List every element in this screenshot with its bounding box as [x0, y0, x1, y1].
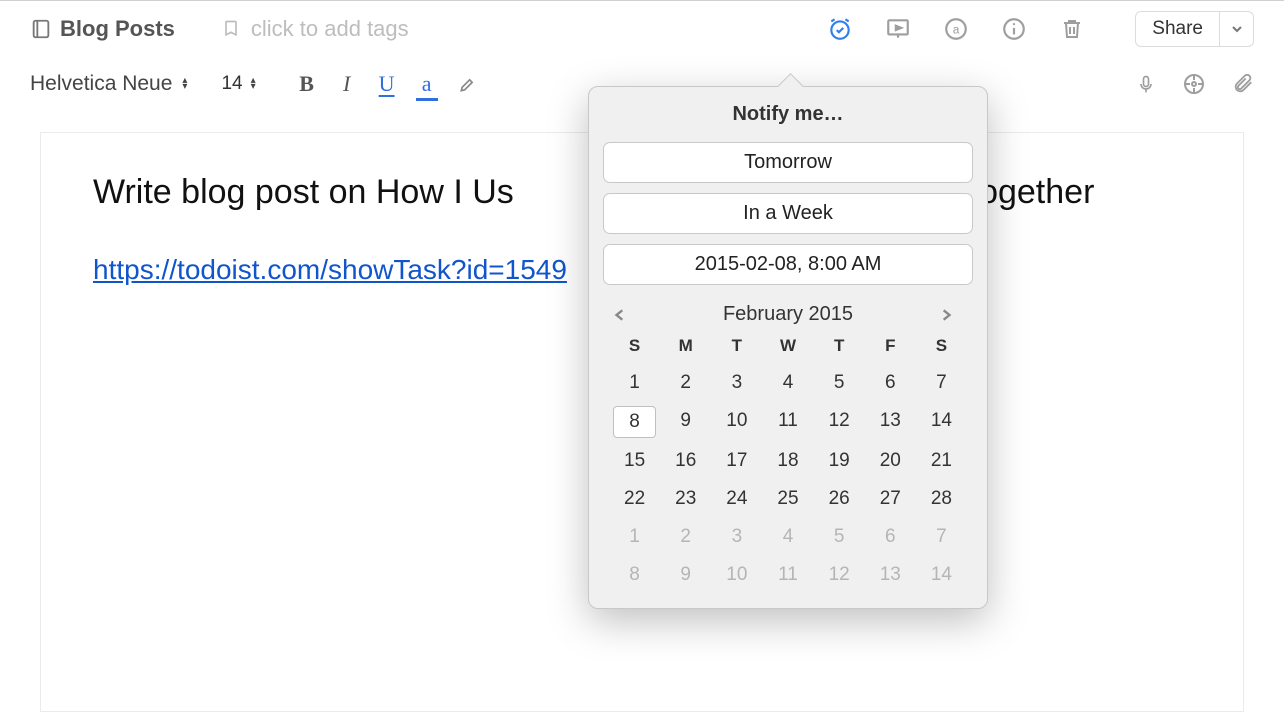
stepper-icon: ▴▾ [182, 78, 187, 90]
tags-placeholder: click to add tags [251, 16, 409, 42]
calendar-day[interactable]: 8 [613, 406, 656, 438]
notebook-selector[interactable]: Blog Posts [30, 16, 175, 42]
calendar-day[interactable]: 7 [920, 522, 963, 552]
calendar-day[interactable]: 15 [613, 446, 656, 476]
calendar-day[interactable]: 4 [766, 368, 809, 398]
calendar-dow: T [711, 336, 762, 360]
presentation-icon[interactable] [885, 16, 911, 42]
calendar-day[interactable]: 14 [920, 560, 963, 590]
in-a-week-button[interactable]: In a Week [603, 193, 973, 234]
share-button[interactable]: Share [1136, 12, 1219, 46]
calendar-day[interactable]: 8 [613, 560, 656, 590]
calendar-day[interactable]: 13 [869, 560, 912, 590]
calendar-day[interactable]: 9 [664, 406, 707, 438]
font-family-select[interactable]: Helvetica Neue ▴▾ [30, 72, 187, 96]
calendar-day[interactable]: 13 [869, 406, 912, 438]
calendar-day[interactable]: 12 [818, 406, 861, 438]
calendar-day[interactable]: 10 [715, 406, 758, 438]
prev-month-button[interactable] [613, 306, 637, 324]
calendar-day[interactable]: 6 [869, 368, 912, 398]
calendar-day[interactable]: 19 [818, 446, 861, 476]
trash-icon[interactable] [1059, 16, 1085, 42]
calendar-day[interactable]: 23 [664, 484, 707, 514]
highlight-button[interactable] [458, 74, 478, 94]
notebook-icon [30, 18, 52, 40]
calendar-dow: F [865, 336, 916, 360]
calendar-day[interactable]: 18 [766, 446, 809, 476]
calendar-day[interactable]: 16 [664, 446, 707, 476]
calendar-day[interactable]: 14 [920, 406, 963, 438]
reminder-datetime-field[interactable]: 2015-02-08, 8:00 AM [603, 244, 973, 285]
calendar-day[interactable]: 5 [818, 522, 861, 552]
calendar-day[interactable]: 3 [715, 522, 758, 552]
calendar-grid: SMTWTFS123456789101112131415161718192021… [603, 336, 973, 590]
calendar-day[interactable]: 5 [818, 368, 861, 398]
calendar-dow: S [609, 336, 660, 360]
text-color-button[interactable]: a [418, 71, 436, 97]
top-bar: Blog Posts click to add tags a [0, 0, 1284, 56]
font-size-select[interactable]: 14 ▴▾ [221, 73, 255, 95]
tag-icon [221, 17, 241, 41]
calendar-day[interactable]: 1 [613, 522, 656, 552]
calendar-day[interactable]: 28 [920, 484, 963, 514]
calendar-day[interactable]: 3 [715, 368, 758, 398]
tags-field[interactable]: click to add tags [221, 16, 409, 42]
calendar-day[interactable]: 12 [818, 560, 861, 590]
audio-icon[interactable] [1136, 72, 1156, 96]
info-icon[interactable] [1001, 16, 1027, 42]
calendar-day[interactable]: 25 [766, 484, 809, 514]
italic-button[interactable]: I [338, 71, 356, 97]
annotate-icon[interactable]: a [943, 16, 969, 42]
svg-text:a: a [953, 22, 960, 36]
calendar-day[interactable]: 2 [664, 522, 707, 552]
notebook-label: Blog Posts [60, 16, 175, 42]
note-link[interactable]: https://todoist.com/showTask?id=1549 [93, 254, 567, 285]
calendar-day[interactable]: 22 [613, 484, 656, 514]
calendar-month-label: February 2015 [723, 303, 853, 326]
bold-button[interactable]: B [298, 71, 316, 97]
stepper-icon: ▴▾ [251, 78, 256, 90]
calendar-dow: T [814, 336, 865, 360]
underline-button[interactable]: U [378, 71, 396, 97]
calendar-day[interactable]: 11 [766, 560, 809, 590]
calendar-day[interactable]: 24 [715, 484, 758, 514]
reminder-popover: Notify me… Tomorrow In a Week 2015-02-08… [588, 86, 988, 609]
tomorrow-button[interactable]: Tomorrow [603, 142, 973, 183]
reminder-icon[interactable] [827, 16, 853, 42]
calendar-day[interactable]: 4 [766, 522, 809, 552]
attachment-icon[interactable] [1232, 72, 1254, 96]
calendar-day[interactable]: 26 [818, 484, 861, 514]
calendar-header: February 2015 [603, 299, 973, 336]
note-actions: a Share [827, 11, 1254, 47]
calendar-dow: M [660, 336, 711, 360]
calendar-day[interactable]: 10 [715, 560, 758, 590]
calendar-day[interactable]: 17 [715, 446, 758, 476]
calendar-day[interactable]: 1 [613, 368, 656, 398]
calendar-day[interactable]: 21 [920, 446, 963, 476]
camera-icon[interactable] [1182, 72, 1206, 96]
calendar-day[interactable]: 7 [920, 368, 963, 398]
calendar-day[interactable]: 6 [869, 522, 912, 552]
calendar-day[interactable]: 27 [869, 484, 912, 514]
share-dropdown[interactable] [1219, 12, 1253, 46]
calendar-day[interactable]: 11 [766, 406, 809, 438]
calendar-dow: W [762, 336, 813, 360]
next-month-button[interactable] [939, 306, 963, 324]
calendar-day[interactable]: 9 [664, 560, 707, 590]
calendar-dow: S [916, 336, 967, 360]
calendar-day[interactable]: 20 [869, 446, 912, 476]
popover-title: Notify me… [603, 103, 973, 126]
share-button-group: Share [1135, 11, 1254, 47]
calendar-day[interactable]: 2 [664, 368, 707, 398]
